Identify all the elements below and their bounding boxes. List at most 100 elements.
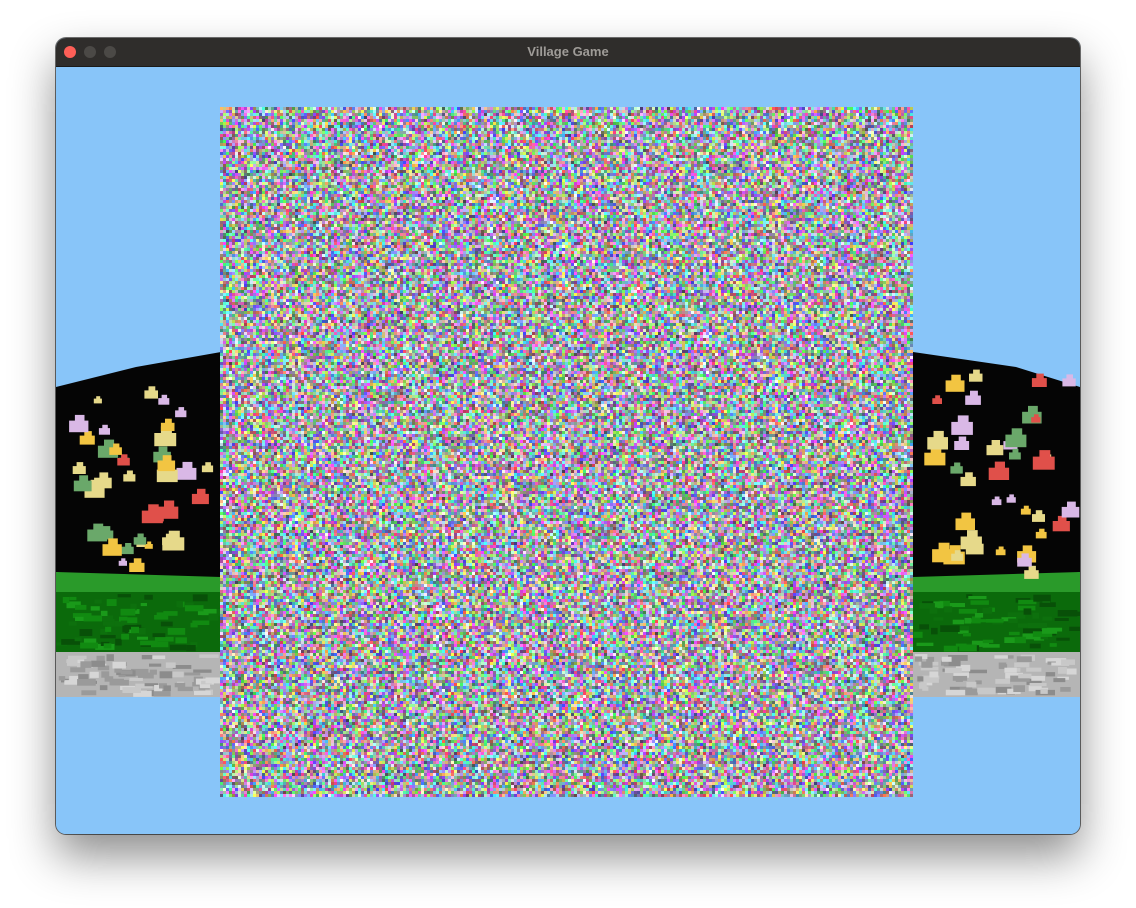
stone-pixel [106, 654, 114, 662]
flower-pixel [162, 455, 172, 464]
grass-pixel [106, 599, 117, 606]
flower-pixel [76, 462, 84, 469]
flower-pixel [158, 446, 168, 456]
stone-pixel [1058, 667, 1067, 674]
grass-pixel [933, 617, 944, 621]
stone-pixel [122, 687, 141, 693]
stone-pixel [1014, 662, 1030, 668]
grass-pixel [952, 619, 965, 625]
stone-pixel [66, 659, 78, 666]
stone-pixel [184, 672, 201, 676]
flower-pixel [1035, 510, 1043, 517]
grass-pixel [131, 626, 139, 634]
stone-pixel [1026, 667, 1042, 672]
game-viewport[interactable] [56, 67, 1080, 834]
grass-pixel [1049, 643, 1057, 647]
flower-pixel [935, 395, 941, 401]
stone-pixel [994, 655, 1008, 659]
grass-pixel [971, 619, 988, 623]
stone-pixel [193, 669, 212, 673]
grass-pixel [90, 606, 100, 611]
grass-pixel [916, 642, 934, 646]
grass-pixel [982, 607, 993, 614]
flower-pixel [168, 530, 180, 542]
flower-pixel [1012, 448, 1019, 455]
stone-pixel [112, 661, 126, 669]
flower-pixel [1036, 373, 1044, 382]
grass-pixel [1008, 631, 1020, 636]
flower-pixel [125, 543, 132, 550]
stone-pixel [1029, 683, 1047, 687]
grass-pixel [122, 625, 130, 633]
flower-pixel [102, 526, 111, 534]
grass-pixel [1056, 637, 1070, 641]
stone-pixel [149, 663, 162, 667]
flower-pixel [954, 550, 961, 557]
stone-pixel [1040, 688, 1048, 694]
stone-pixel [68, 655, 87, 659]
flower-pixel [161, 394, 168, 401]
stone-pixel [966, 681, 977, 688]
flower-pixel [994, 496, 1000, 502]
grass-pixel [1014, 636, 1026, 644]
grass-pixel [958, 608, 977, 614]
stone-pixel [163, 685, 171, 691]
grass-pixel [1008, 618, 1018, 623]
grass-pixel [100, 610, 108, 616]
grass-pixel [75, 604, 87, 610]
flower-pixel [951, 374, 961, 385]
grass-pixel [160, 621, 173, 627]
flower-pixel [994, 461, 1005, 472]
stone-pixel [174, 682, 186, 688]
flower-pixel [79, 475, 89, 485]
flower-pixel [1021, 553, 1029, 561]
stone-pixel [944, 667, 962, 674]
stone-pixel [205, 677, 222, 684]
stone-pixel [919, 682, 927, 689]
grass-pixel [943, 645, 958, 652]
stone-pixel [77, 679, 96, 686]
left-flower-block [56, 352, 224, 697]
stone-pixel [955, 676, 963, 682]
grass-pixel [1023, 608, 1032, 615]
grass-pixel [176, 601, 183, 608]
window-title: Village Game [527, 44, 609, 59]
grass-pixel [192, 594, 208, 602]
stone-pixel [1066, 668, 1077, 675]
grass-pixel [970, 600, 989, 605]
grass-pixel [117, 594, 131, 598]
stone-pixel [199, 654, 219, 658]
stone-pixel [70, 667, 86, 673]
grass-pixel [137, 636, 148, 640]
title-bar[interactable]: Village Game [56, 38, 1080, 67]
grass-pixel [69, 596, 77, 601]
flower-pixel [998, 546, 1004, 552]
stone-pixel [80, 661, 92, 668]
stone-pixel [89, 671, 99, 678]
grass-pixel [154, 615, 169, 620]
flower-pixel [137, 533, 144, 540]
grass-pixel [929, 607, 938, 614]
flower-pixel [1023, 505, 1029, 511]
stone-pixel [194, 690, 211, 696]
stone-pixel [1053, 678, 1066, 683]
flower-pixel [1011, 428, 1023, 439]
flower-pixel [99, 472, 109, 482]
flower-pixel [147, 541, 152, 546]
flower-pixel [113, 443, 120, 450]
grass-pixel [963, 633, 971, 637]
grass-pixel [68, 621, 77, 626]
flower-pixel [121, 454, 128, 461]
grass-pixel [1039, 602, 1056, 607]
stone-pixel [109, 679, 129, 686]
flower-pixel [958, 436, 967, 444]
grass-pixel [1043, 627, 1063, 632]
grass-pixel [115, 638, 122, 646]
grass-pixel [80, 642, 98, 649]
grass-pixel [190, 622, 198, 628]
grass-pixel [152, 633, 166, 638]
stone-pixel [99, 685, 108, 691]
grass-pixel [94, 599, 102, 604]
flower-pixel [165, 418, 172, 426]
grass-pixel [931, 627, 938, 635]
